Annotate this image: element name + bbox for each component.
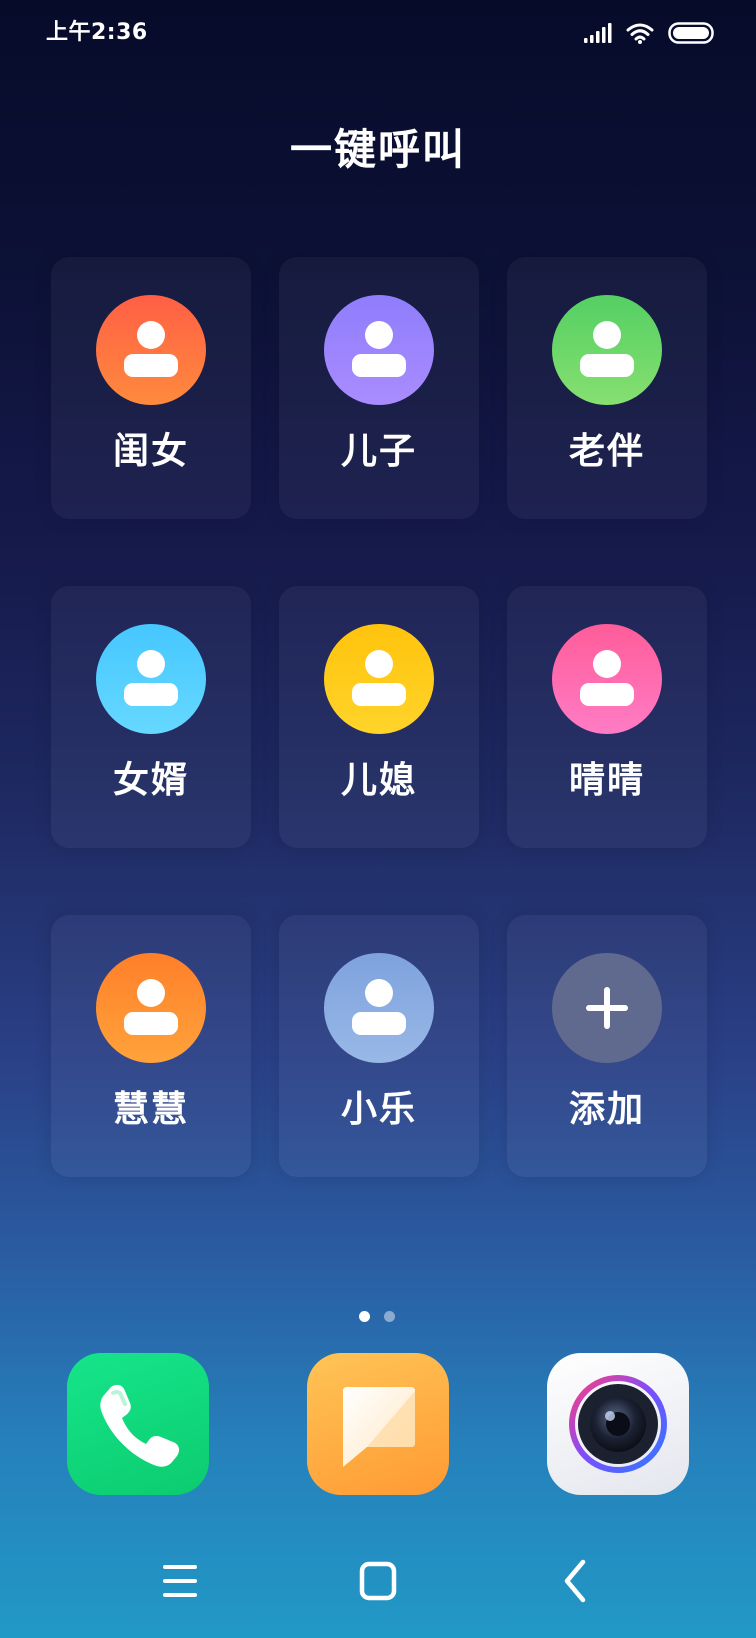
contact-avatar — [324, 295, 434, 405]
menu-button[interactable] — [147, 1548, 213, 1614]
camera-icon — [569, 1375, 667, 1473]
page-title: 一键呼叫 — [289, 125, 466, 174]
contact-avatar — [96, 624, 206, 734]
contact-card[interactable]: 小乐 — [279, 915, 479, 1177]
message-icon — [343, 1387, 415, 1467]
plus-icon — [552, 953, 662, 1063]
home-screen: 上午2:36 一键呼叫 闺女 儿子 老伴 女婿 儿媳 晴晴 慧慧 小乐 添加 — [0, 0, 756, 1638]
menu-icon — [163, 1565, 197, 1597]
home-button[interactable] — [345, 1548, 411, 1614]
contact-card[interactable]: 闺女 — [51, 257, 251, 519]
contact-avatar — [96, 295, 206, 405]
phone-icon — [100, 1384, 180, 1467]
contact-name: 慧慧 — [112, 1089, 189, 1130]
contact-card[interactable]: 儿媳 — [279, 586, 479, 848]
home-icon — [359, 1561, 397, 1601]
contact-name: 儿子 — [340, 431, 417, 472]
contact-name: 小乐 — [340, 1089, 417, 1130]
add-contact-circle — [552, 953, 662, 1063]
navigation-bar — [0, 1548, 756, 1614]
contact-name: 老伴 — [568, 431, 645, 472]
contact-card[interactable]: 晴晴 — [507, 586, 707, 848]
status-icons — [584, 20, 716, 46]
page-indicator — [359, 1311, 395, 1322]
person-icon — [324, 953, 434, 1063]
contact-name: 儿媳 — [340, 760, 417, 801]
contact-name: 女婿 — [112, 760, 189, 801]
messages-app-button[interactable] — [307, 1353, 449, 1495]
phone-app-button[interactable] — [67, 1353, 209, 1495]
page-dot-current[interactable] — [359, 1311, 370, 1322]
contact-card[interactable]: 女婿 — [51, 586, 251, 848]
add-contact-button[interactable]: 添加 — [507, 915, 707, 1177]
person-icon — [324, 295, 434, 405]
status-time: 上午2:36 — [46, 20, 148, 45]
contact-avatar — [324, 624, 434, 734]
contact-name: 晴晴 — [568, 760, 645, 801]
camera-app-button[interactable] — [547, 1353, 689, 1495]
person-icon — [552, 295, 662, 405]
page-dot[interactable] — [384, 1311, 395, 1322]
contact-avatar — [552, 295, 662, 405]
contact-card[interactable]: 儿子 — [279, 257, 479, 519]
contact-name: 闺女 — [112, 431, 189, 472]
contact-avatar — [324, 953, 434, 1063]
wifi-icon — [626, 22, 654, 44]
speed-dial-grid: 闺女 儿子 老伴 女婿 儿媳 晴晴 慧慧 小乐 添加 — [51, 257, 707, 1177]
person-icon — [96, 953, 206, 1063]
person-icon — [552, 624, 662, 734]
cellular-signal-icon — [584, 23, 612, 43]
contact-card[interactable]: 慧慧 — [51, 915, 251, 1177]
battery-icon — [668, 22, 716, 44]
add-contact-label: 添加 — [568, 1089, 645, 1130]
person-icon — [96, 295, 206, 405]
contact-avatar — [552, 624, 662, 734]
person-icon — [96, 624, 206, 734]
contact-avatar — [96, 953, 206, 1063]
contact-card[interactable]: 老伴 — [507, 257, 707, 519]
back-button[interactable] — [543, 1548, 609, 1614]
back-icon — [564, 1559, 586, 1603]
person-icon — [324, 624, 434, 734]
